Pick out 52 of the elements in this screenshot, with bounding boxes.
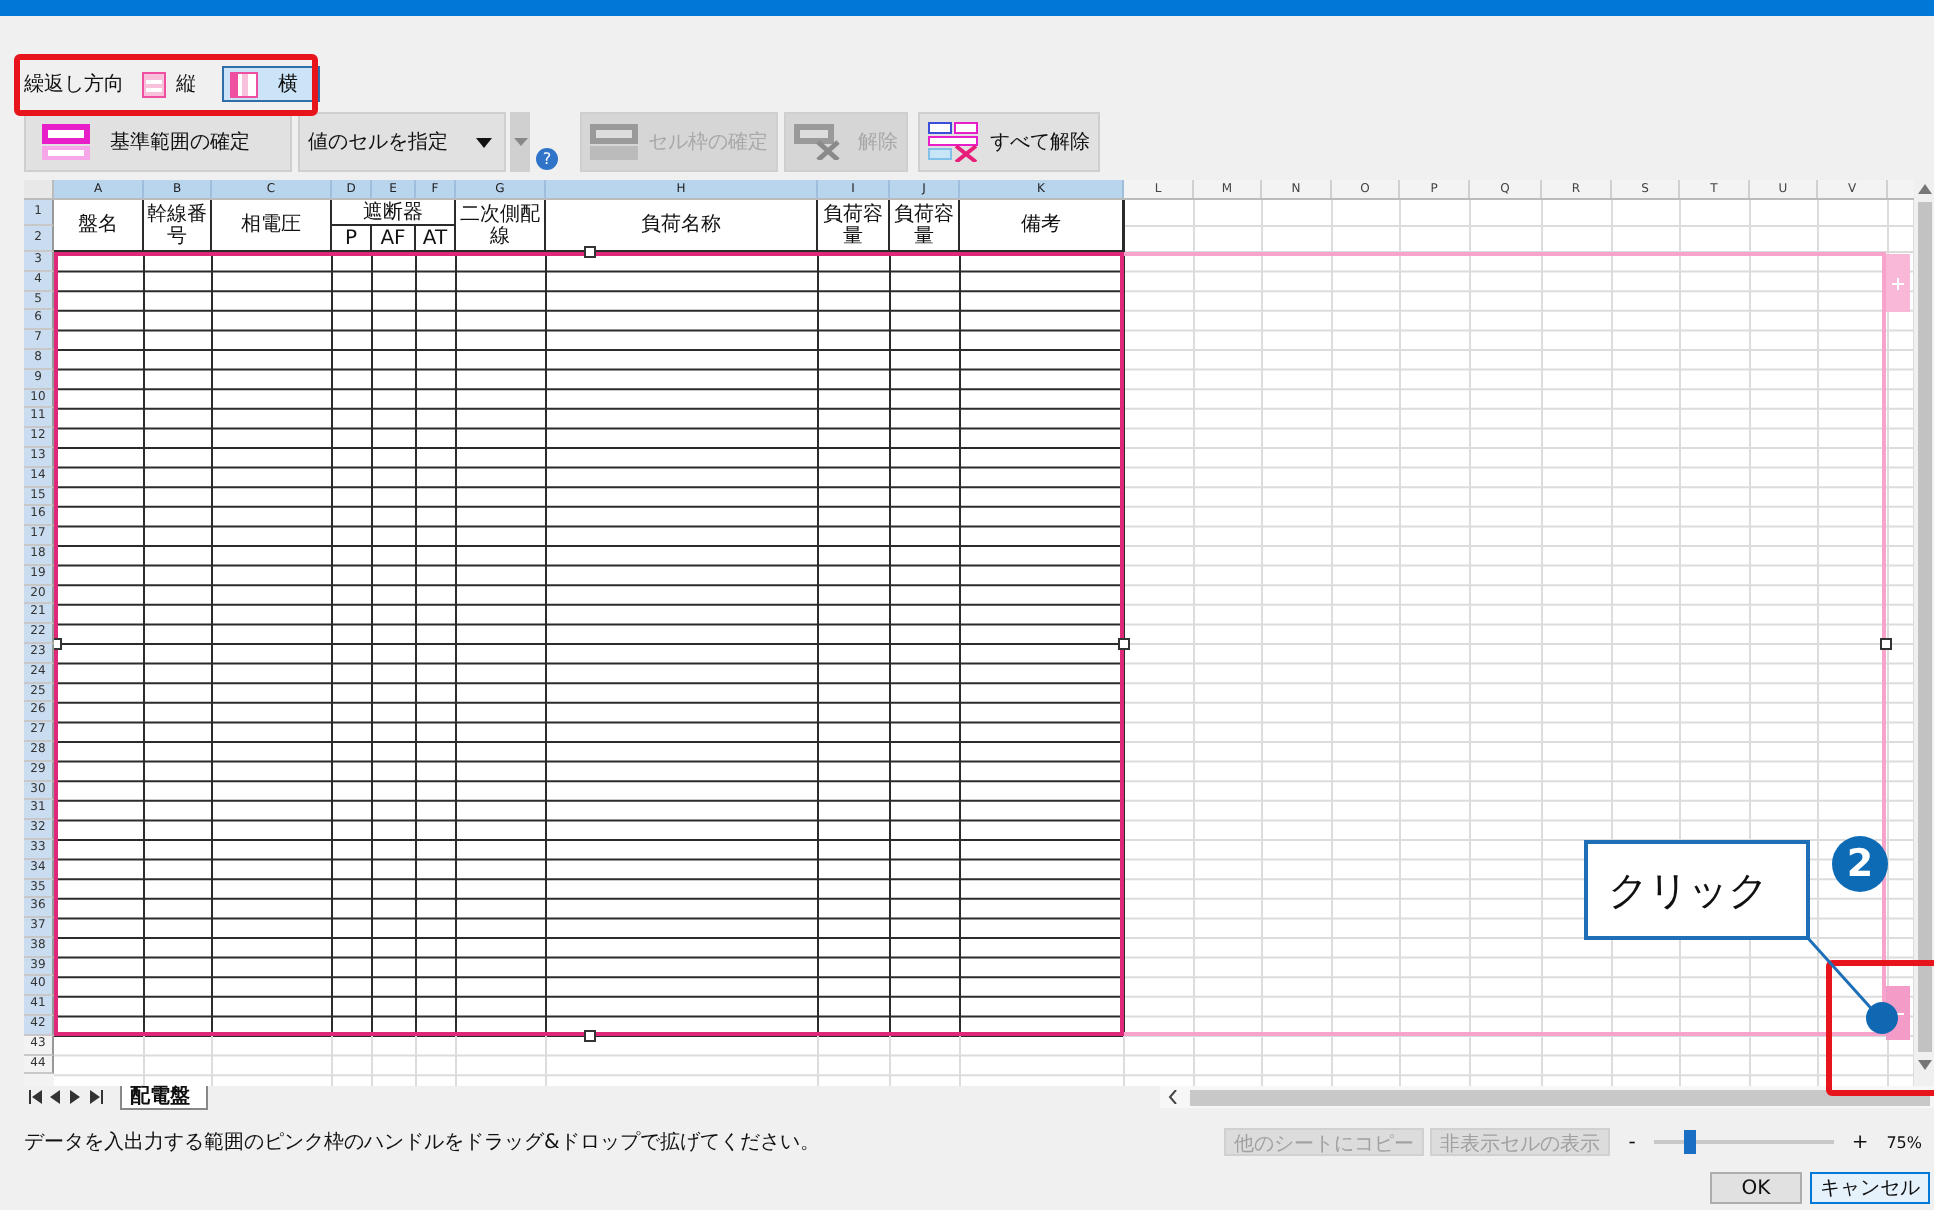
toolbar-button[interactable]: 基準範囲の確定: [24, 112, 292, 172]
columns-icon: [230, 71, 258, 97]
zoom-out-button[interactable]: -: [1628, 1131, 1636, 1153]
first-sheet-icon[interactable]: [28, 1090, 42, 1104]
table-header-cell: 負荷名称: [546, 200, 818, 252]
status-message: データを入出力する範囲のピンク枠のハンドルをドラッグ&ドロップで拡げてください。: [24, 1129, 820, 1156]
dialog-button[interactable]: OK: [1710, 1172, 1802, 1204]
help-button[interactable]: ?: [536, 148, 558, 170]
callout-label: クリック: [1584, 840, 1810, 940]
table-header-cell: 二次側配線: [456, 200, 546, 252]
zoom-in-button[interactable]: +: [1851, 1131, 1869, 1153]
table-header-cell: 相電圧: [212, 200, 332, 252]
scrollbar-thumb[interactable]: [1190, 1089, 1930, 1105]
table-header-cell: 負荷容量: [818, 200, 890, 252]
dropdown-toggle[interactable]: [510, 112, 530, 172]
down-arrow-icon: [1917, 1060, 1931, 1070]
dialog-button[interactable]: キャンセル: [1810, 1172, 1930, 1204]
grid-cross-icon: [928, 122, 980, 162]
table-header-cell: P: [332, 226, 372, 252]
scrollbar-thumb[interactable]: [1917, 202, 1931, 1052]
frame-cross-icon: [794, 124, 842, 160]
frame-icon: [590, 124, 638, 160]
resize-handle[interactable]: [1880, 638, 1892, 650]
table-header-cell: 幹線番号: [144, 200, 212, 252]
table-header-cell: 負荷容量: [890, 200, 960, 252]
zoom-level: 75%: [1886, 1133, 1922, 1151]
rows-icon: [142, 71, 166, 97]
slider-thumb[interactable]: [1683, 1130, 1696, 1154]
resize-handle[interactable]: [583, 1030, 595, 1042]
expand-handle[interactable]: [1886, 254, 1910, 312]
plus-icon: [1892, 277, 1904, 289]
direction-option[interactable]: 横: [222, 66, 320, 102]
table-header-cell: AT: [416, 226, 456, 252]
direction-option[interactable]: 縦: [132, 66, 206, 102]
up-arrow-icon: [1917, 184, 1931, 194]
pointer-dot: [1866, 1002, 1898, 1034]
horizontal-scrollbar[interactable]: [1160, 1086, 1934, 1108]
frame-icon: [42, 124, 90, 160]
caret-icon: [513, 138, 527, 146]
repeat-direction-label: 繰返し方向: [24, 71, 124, 98]
toolbar-button[interactable]: すべて解除: [918, 112, 1100, 172]
last-sheet-icon[interactable]: [90, 1090, 104, 1104]
next-sheet-icon[interactable]: [70, 1090, 82, 1104]
resize-handle[interactable]: [1118, 638, 1130, 650]
previous-sheet-icon[interactable]: [50, 1090, 62, 1104]
sheet-tab[interactable]: 配電盤: [120, 1085, 208, 1109]
table-header-cell: 盤名: [54, 200, 144, 252]
caret-icon: [476, 137, 492, 147]
cell-dropdown[interactable]: 値のセルを指定: [298, 112, 506, 172]
table-header-cell: 備考: [960, 200, 1124, 252]
table-header-cell: AF: [372, 226, 416, 252]
table-header-cell: 遮断器: [332, 200, 456, 226]
